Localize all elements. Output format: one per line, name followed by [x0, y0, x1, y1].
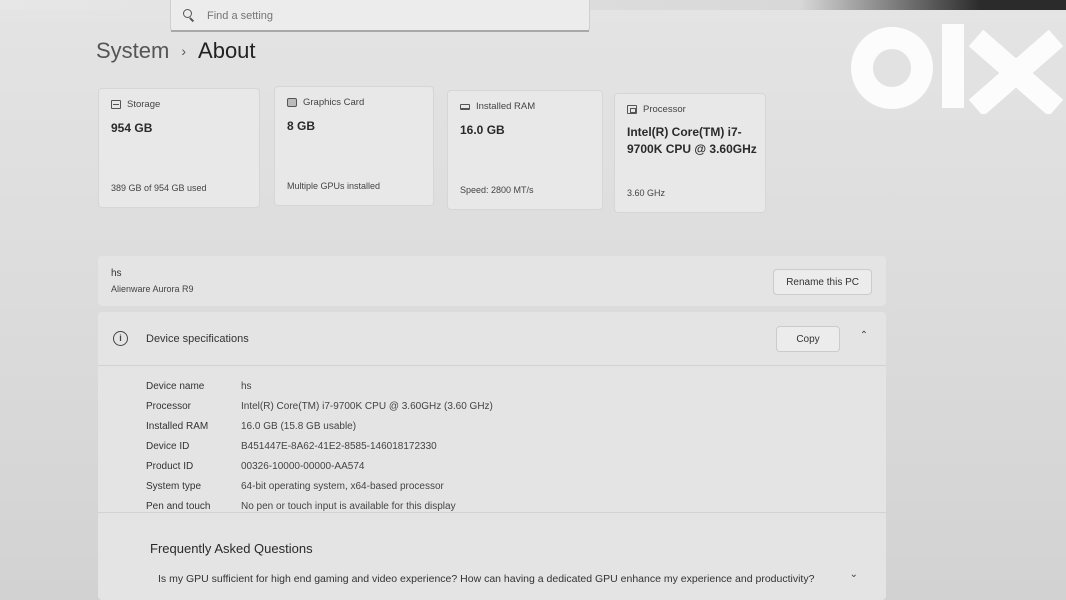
spec-key: System type [146, 480, 202, 492]
spec-value: 00326-10000-00000-AA574 [241, 460, 365, 472]
ram-icon [460, 103, 470, 110]
spec-row: Processor Intel(R) Core(TM) i7-9700K CPU… [146, 396, 493, 416]
card-subtext: 389 GB of 954 GB used [111, 183, 207, 193]
search-icon [183, 8, 197, 23]
card-value: Intel(R) Core(TM) i7-9700K CPU @ 3.60GHz [627, 125, 757, 156]
processor-icon [627, 105, 637, 114]
card-value: 16.0 GB [460, 123, 505, 137]
card-label: Processor [643, 104, 686, 115]
spec-key: Pen and touch [146, 500, 211, 512]
breadcrumb-system[interactable]: System [96, 38, 169, 64]
storage-card[interactable]: Storage 954 GB 389 GB of 954 GB used [98, 88, 260, 208]
faq-section: Frequently Asked Questions Is my GPU suf… [98, 512, 886, 600]
spec-key: Installed RAM [146, 420, 209, 432]
spec-value: B451447E-8A62-41E2-8585-146018172330 [241, 440, 437, 452]
rename-pc-button[interactable]: Rename this PC [773, 269, 872, 295]
chevron-up-icon[interactable]: ⌃ [854, 330, 874, 348]
copy-button[interactable]: Copy [776, 326, 840, 352]
spec-table: Device name hs Processor Intel(R) Core(T… [146, 376, 493, 516]
spec-row: Device ID B451447E-8A62-41E2-8585-146018… [146, 436, 493, 456]
pc-name-row: hs Alienware Aurora R9 Rename this PC [98, 256, 886, 306]
info-icon: i [113, 331, 128, 346]
breadcrumb: System › About [96, 38, 256, 64]
spec-value: 64-bit operating system, x64-based proce… [241, 480, 444, 492]
spec-row: Device name hs [146, 376, 493, 396]
card-header: Installed RAM [460, 101, 535, 112]
chevron-down-icon[interactable]: ⌄ [850, 569, 858, 580]
spec-row: Product ID 00326-10000-00000-AA574 [146, 456, 493, 476]
card-subtext: 3.60 GHz [627, 188, 666, 198]
olx-logo-icon [851, 24, 1064, 117]
installed-ram-card[interactable]: Installed RAM 16.0 GB Speed: 2800 MT/s [447, 90, 603, 210]
spec-value: Intel(R) Core(TM) i7-9700K CPU @ 3.60GHz… [241, 400, 493, 412]
page-title: About [198, 38, 256, 63]
card-header: Graphics Card [287, 97, 364, 108]
card-subtext: Multiple GPUs installed [287, 181, 381, 191]
olx-watermark-logo [846, 18, 1066, 117]
search-box[interactable] [170, 0, 590, 32]
search-input[interactable] [207, 9, 507, 22]
spec-value: hs [241, 380, 252, 392]
device-specifications-header[interactable]: i Device specifications Copy ⌃ [98, 312, 886, 366]
spec-key: Device name [146, 380, 205, 392]
settings-window: System › About Storage 954 GB 389 GB of … [0, 0, 1066, 600]
card-label: Graphics Card [303, 97, 365, 108]
processor-card[interactable]: Processor Intel(R) Core(TM) i7-9700K CPU… [614, 93, 766, 213]
chevron-right-icon: › [181, 43, 187, 59]
spec-row: System type 64-bit operating system, x64… [146, 476, 493, 496]
spec-value: 16.0 GB (15.8 GB usable) [241, 420, 357, 432]
spec-row: Installed RAM 16.0 GB (15.8 GB usable) [146, 416, 493, 436]
storage-icon [111, 100, 121, 109]
card-label: Installed RAM [476, 101, 536, 112]
spec-value: No pen or touch input is available for t… [241, 500, 456, 512]
card-header: Processor [627, 104, 686, 115]
faq-title: Frequently Asked Questions [150, 541, 313, 556]
card-label: Storage [127, 99, 161, 110]
spec-key: Processor [146, 400, 192, 412]
pc-model: Alienware Aurora R9 [111, 284, 194, 294]
pc-name: hs [111, 268, 122, 279]
device-specifications-title: Device specifications [146, 333, 249, 345]
spec-key: Device ID [146, 440, 190, 452]
graphics-card-icon [287, 98, 297, 107]
card-header: Storage [111, 99, 160, 110]
card-value: 8 GB [287, 119, 316, 133]
faq-question[interactable]: Is my GPU sufficient for high end gaming… [158, 571, 838, 588]
graphics-card-card[interactable]: Graphics Card 8 GB Multiple GPUs install… [274, 86, 434, 206]
spec-key: Product ID [146, 460, 194, 472]
card-subtext: Speed: 2800 MT/s [460, 185, 534, 195]
card-value: 954 GB [111, 121, 153, 135]
device-specifications-panel: i Device specifications Copy ⌃ Device na… [98, 312, 886, 600]
